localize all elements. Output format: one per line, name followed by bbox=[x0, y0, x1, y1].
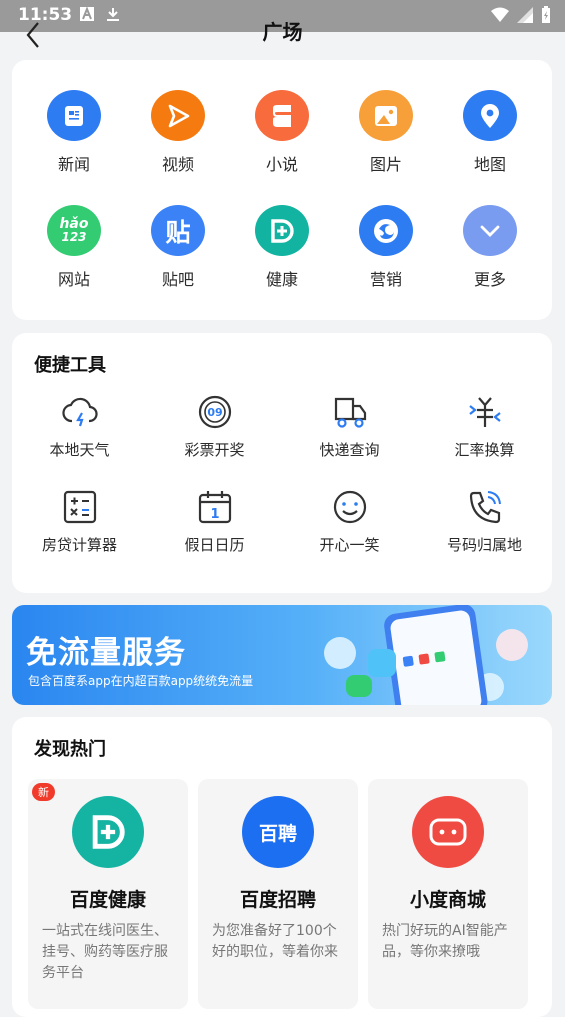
service-image[interactable]: 图片 bbox=[334, 60, 438, 175]
location-icon bbox=[463, 90, 517, 141]
service-health[interactable]: 健康 bbox=[230, 175, 334, 290]
service-marketing[interactable]: 营销 bbox=[334, 175, 438, 290]
service-more[interactable]: 更多 bbox=[438, 175, 542, 290]
banner-subtitle: 包含百度系app在内超百款app统统免流量 bbox=[28, 674, 254, 688]
hot-item-baidu-health[interactable]: 新 百度健康 一站式在线问医生、挂号、购药等医疗服务平台 bbox=[28, 779, 188, 1009]
tool-weather[interactable]: 本地天气 bbox=[12, 393, 147, 488]
weather-icon bbox=[61, 397, 98, 427]
services-card: 新闻 视频 小说 图片 地图 hǎo 123 网站 贴 贴吧 健康 营销 更多 bbox=[12, 60, 552, 320]
service-label: 健康 bbox=[265, 270, 298, 289]
banner-title: 免流量服务 bbox=[26, 635, 186, 671]
service-label: 新闻 bbox=[57, 155, 90, 174]
service-label: 地图 bbox=[473, 155, 506, 174]
smile-icon bbox=[333, 490, 366, 524]
svg-text:09: 09 bbox=[207, 406, 222, 419]
currency-exchange-icon bbox=[468, 397, 501, 427]
phone-icon bbox=[469, 491, 501, 524]
service-label: 视频 bbox=[161, 155, 194, 174]
service-label: 营销 bbox=[369, 270, 402, 289]
hot-item-desc: 为您准备好了100个好的职位，等着你来 bbox=[212, 923, 338, 960]
tool-label: 房贷计算器 bbox=[41, 536, 117, 554]
tool-holiday-calendar[interactable]: 1 假日日历 bbox=[147, 488, 282, 583]
hot-item-name: 百度招聘 bbox=[239, 889, 316, 911]
service-news[interactable]: 新闻 bbox=[22, 60, 126, 175]
tool-joke[interactable]: 开心一笑 bbox=[282, 488, 417, 583]
image-icon bbox=[359, 90, 413, 141]
service-label: 图片 bbox=[369, 155, 402, 174]
tool-label: 假日日历 bbox=[184, 536, 245, 554]
service-video[interactable]: 视频 bbox=[126, 60, 230, 175]
baidu-recruit-icon: 百聘 bbox=[242, 796, 314, 868]
calculator-icon bbox=[63, 490, 96, 524]
chevron-down-icon bbox=[463, 205, 517, 256]
tool-delivery[interactable]: 快递查询 bbox=[282, 393, 417, 488]
tool-label: 汇率换算 bbox=[454, 441, 515, 459]
tool-exchange[interactable]: 汇率换算 bbox=[417, 393, 552, 488]
new-badge: 新 bbox=[32, 783, 55, 801]
lottery-icon: 09 bbox=[198, 395, 231, 429]
tieba-icon: 贴 bbox=[151, 205, 205, 256]
phone-illustration-icon bbox=[324, 605, 528, 705]
tool-label: 开心一笑 bbox=[319, 536, 380, 554]
hot-list: 新 百度健康 一站式在线问医生、挂号、购药等医疗服务平台 百聘 百度招聘 为您准… bbox=[28, 779, 538, 1009]
tools-title: 便捷工具 bbox=[34, 355, 106, 376]
marketing-icon bbox=[359, 205, 413, 256]
play-icon bbox=[151, 90, 205, 141]
tool-label: 快递查询 bbox=[319, 441, 380, 459]
hao123-icon: hǎo 123 bbox=[47, 205, 101, 256]
news-icon bbox=[47, 90, 101, 141]
service-tieba[interactable]: 贴 贴吧 bbox=[126, 175, 230, 290]
header: 广场 bbox=[0, 20, 565, 60]
tool-lottery[interactable]: 09 彩票开奖 bbox=[147, 393, 282, 488]
service-label: 小说 bbox=[265, 155, 298, 174]
hot-card: 发现热门 新 百度健康 一站式在线问医生、挂号、购药等医疗服务平台 百聘 百度招… bbox=[12, 717, 552, 1017]
tool-mortgage-calculator[interactable]: 房贷计算器 bbox=[12, 488, 147, 583]
hot-item-baidu-recruit[interactable]: 百聘 百度招聘 为您准备好了100个好的职位，等着你来 bbox=[198, 779, 358, 1009]
tools-card: 便捷工具 本地天气 09 彩票开奖 快递查询 汇率换算 房贷计算器 1 假日日历… bbox=[12, 333, 552, 593]
service-website[interactable]: hǎo 123 网站 bbox=[22, 175, 126, 290]
tool-label: 号码归属地 bbox=[446, 536, 522, 554]
hot-item-name: 百度健康 bbox=[69, 889, 146, 911]
hot-item-xiaodu-mall[interactable]: 小度商城 热门好玩的AI智能产品，等你来撩哦 bbox=[368, 779, 528, 1009]
book-icon bbox=[255, 90, 309, 141]
hot-title: 发现热门 bbox=[34, 739, 106, 760]
xiaodu-mall-icon bbox=[412, 796, 484, 868]
hot-item-name: 小度商城 bbox=[409, 889, 486, 911]
service-label: 网站 bbox=[57, 270, 90, 289]
baidu-health-icon bbox=[72, 796, 144, 868]
hot-item-desc: 热门好玩的AI智能产品，等你来撩哦 bbox=[382, 923, 508, 960]
hot-item-desc: 一站式在线问医生、挂号、购药等医疗服务平台 bbox=[42, 923, 168, 981]
tools-grid: 本地天气 09 彩票开奖 快递查询 汇率换算 房贷计算器 1 假日日历 开心一笑 bbox=[12, 393, 552, 583]
service-label: 贴吧 bbox=[161, 270, 194, 289]
free-data-banner[interactable]: 免流量服务 包含百度系app在内超百款app统统免流量 bbox=[12, 605, 552, 705]
health-icon bbox=[255, 205, 309, 256]
calendar-icon: 1 bbox=[198, 491, 231, 524]
tool-phone-location[interactable]: 号码归属地 bbox=[417, 488, 552, 583]
services-grid: 新闻 视频 小说 图片 地图 hǎo 123 网站 贴 贴吧 健康 营销 更多 bbox=[12, 60, 552, 290]
service-label: 更多 bbox=[473, 270, 506, 289]
delivery-truck-icon bbox=[334, 397, 366, 428]
page-title: 广场 bbox=[262, 20, 303, 44]
service-novel[interactable]: 小说 bbox=[230, 60, 334, 175]
svg-text:1: 1 bbox=[210, 507, 219, 522]
service-map[interactable]: 地图 bbox=[438, 60, 542, 175]
tool-label: 本地天气 bbox=[49, 441, 110, 459]
tool-label: 彩票开奖 bbox=[184, 441, 245, 459]
